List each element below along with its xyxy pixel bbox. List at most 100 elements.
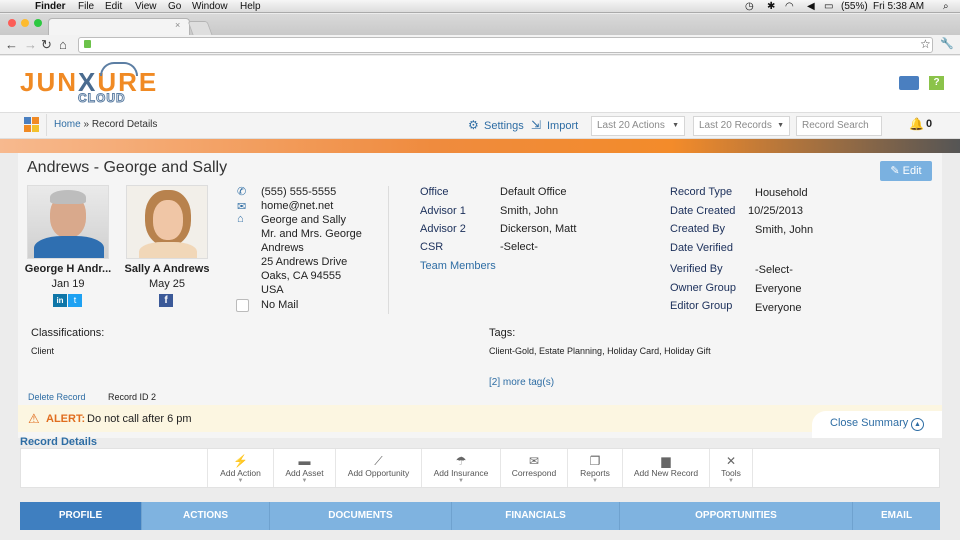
add-new-record-button[interactable]: ▆ Add New Record [622, 449, 709, 487]
time-machine-icon[interactable]: ◷ [745, 0, 754, 13]
last-actions-dropdown[interactable]: Last 20 Actions ▼ [591, 116, 685, 136]
close-summary-label: Close Summary [830, 417, 909, 429]
section-title: Record Details [20, 436, 98, 448]
reload-icon[interactable]: ↻ [41, 37, 52, 52]
chevron-down-icon: ▼ [458, 478, 464, 484]
facebook-icon[interactable]: f [159, 294, 173, 307]
help-icon[interactable]: ? [929, 76, 944, 90]
close-summary-button[interactable]: Close Summary ▲ [812, 411, 942, 438]
advisor2-value: Dickerson, Matt [500, 223, 577, 235]
home-icon[interactable]: ⌂ [59, 37, 67, 52]
person2-name[interactable]: Sally A Andrews [117, 263, 217, 275]
add-opportunity-label: Add Opportunity [347, 468, 410, 478]
spotlight-icon[interactable]: ⌕ [943, 0, 949, 13]
clock[interactable]: Fri 5:38 AM [873, 0, 924, 13]
forward-icon[interactable]: → [24, 37, 37, 52]
advisor1-value: Smith, John [500, 205, 559, 217]
tab-financials[interactable]: FINANCIALS [452, 502, 620, 530]
more-tags-link[interactable]: [2] more tag(s) [489, 377, 554, 388]
tools-label: Tools [721, 468, 741, 478]
edit-button[interactable]: ✎ Edit [880, 161, 932, 181]
close-tab-icon[interactable]: × [175, 20, 180, 30]
date-created-value: 10/25/2013 [748, 205, 804, 217]
zoom-window-icon[interactable] [34, 19, 42, 27]
person1-name[interactable]: George H Andr... [18, 263, 118, 275]
verified-by-label: Verified By [670, 263, 723, 275]
reports-button[interactable]: ❐ Reports ▼ [567, 449, 622, 487]
breadcrumb: Home » Record Details [54, 119, 157, 130]
avatar-george[interactable] [27, 185, 109, 259]
import-icon[interactable]: ⇲ [531, 118, 541, 132]
wifi-icon[interactable]: ◠ [785, 0, 794, 13]
column-divider [388, 186, 389, 314]
no-mail-checkbox[interactable] [236, 299, 249, 312]
add-opportunity-button[interactable]: ⟋ Add Opportunity [335, 449, 421, 487]
user-switch-icon[interactable] [899, 76, 919, 90]
avatar-sally[interactable] [126, 185, 208, 259]
add-insurance-label: Add Insurance [433, 468, 489, 478]
breadcrumb-home[interactable]: Home [54, 119, 81, 130]
tab-profile[interactable]: PROFILE [20, 502, 142, 530]
apps-menu-icon[interactable] [24, 117, 39, 132]
email-address[interactable]: home@net.net [261, 200, 333, 212]
classifications-value: Client [31, 346, 55, 356]
minimize-window-icon[interactable] [21, 19, 29, 27]
menu-view[interactable]: View [135, 0, 157, 13]
delete-record-link[interactable]: Delete Record [28, 392, 86, 402]
close-window-icon[interactable] [8, 19, 16, 27]
menu-help[interactable]: Help [240, 0, 261, 13]
volume-icon[interactable]: ◀ [807, 0, 815, 13]
menu-window[interactable]: Window [192, 0, 228, 13]
bookmark-star-icon[interactable]: ☆ [920, 37, 931, 52]
phone-icon: ✆ [237, 186, 247, 198]
import-link[interactable]: Import [547, 120, 578, 132]
tab-email[interactable]: EMAIL [853, 502, 940, 530]
person1-birthday: Jan 19 [51, 278, 85, 290]
record-search-placeholder: Record Search [802, 120, 869, 131]
address-bar[interactable] [78, 37, 933, 53]
lock-icon [84, 40, 91, 48]
settings-gear-icon[interactable]: ⚙ [468, 118, 479, 132]
last-records-dropdown[interactable]: Last 20 Records ▼ [693, 116, 790, 136]
battery-icon[interactable]: ▭ [824, 0, 833, 13]
add-action-button[interactable]: ⚡ Add Action ▼ [207, 449, 273, 487]
linkedin-icon[interactable]: in [53, 294, 67, 307]
address-line: Andrews [261, 242, 304, 254]
settings-link[interactable]: Settings [484, 120, 524, 132]
wrench-icon[interactable]: 🔧 [940, 37, 954, 52]
battery-percent: (55%) [841, 1, 868, 12]
logo-subtitle: CLOUD [78, 91, 126, 106]
tab-opportunities[interactable]: OPPORTUNITIES [620, 502, 853, 530]
phone-number[interactable]: (555) 555-5555 [261, 186, 336, 198]
advisor1-label: Advisor 1 [420, 205, 466, 217]
tools-button[interactable]: ✕ Tools ▼ [709, 449, 753, 487]
mac-menu-bar: Finder File Edit View Go Window Help ◷ ✱… [0, 0, 960, 13]
menu-app[interactable]: Finder [35, 0, 66, 13]
address-line: Mr. and Mrs. George [261, 228, 362, 240]
editor-group-label: Editor Group [670, 300, 733, 312]
add-asset-button[interactable]: ▬ Add Asset ▼ [273, 449, 335, 487]
twitter-icon[interactable]: t [68, 294, 82, 307]
add-insurance-button[interactable]: ☂ Add Insurance ▼ [421, 449, 500, 487]
record-search-input[interactable]: Record Search [796, 116, 882, 136]
umbrella-icon: ☂ [455, 454, 467, 468]
menu-edit[interactable]: Edit [105, 0, 122, 13]
notification-count: 0 [926, 118, 933, 130]
tab-documents[interactable]: DOCUMENTS [270, 502, 452, 530]
menu-file[interactable]: File [78, 0, 94, 13]
add-new-record-label: Add New Record [633, 468, 699, 478]
date-verified-label: Date Verified [670, 242, 733, 254]
tab-actions[interactable]: ACTIONS [142, 502, 270, 530]
editor-group-value: Everyone [755, 302, 802, 314]
team-members-link[interactable]: Team Members [420, 260, 496, 272]
chevron-down-icon: ▼ [592, 478, 598, 484]
browser-tab[interactable]: × [48, 18, 190, 35]
correspond-button[interactable]: ✉ Correspond [500, 449, 567, 487]
back-icon[interactable]: ← [5, 37, 18, 52]
bell-icon[interactable]: 🔔 [909, 117, 924, 131]
menu-go[interactable]: Go [168, 0, 181, 13]
bolt-icon: ⚡ [233, 454, 248, 468]
no-mail-label: No Mail [261, 299, 299, 311]
chevron-down-icon: ▼ [728, 478, 734, 484]
bluetooth-icon[interactable]: ✱ [767, 0, 775, 13]
